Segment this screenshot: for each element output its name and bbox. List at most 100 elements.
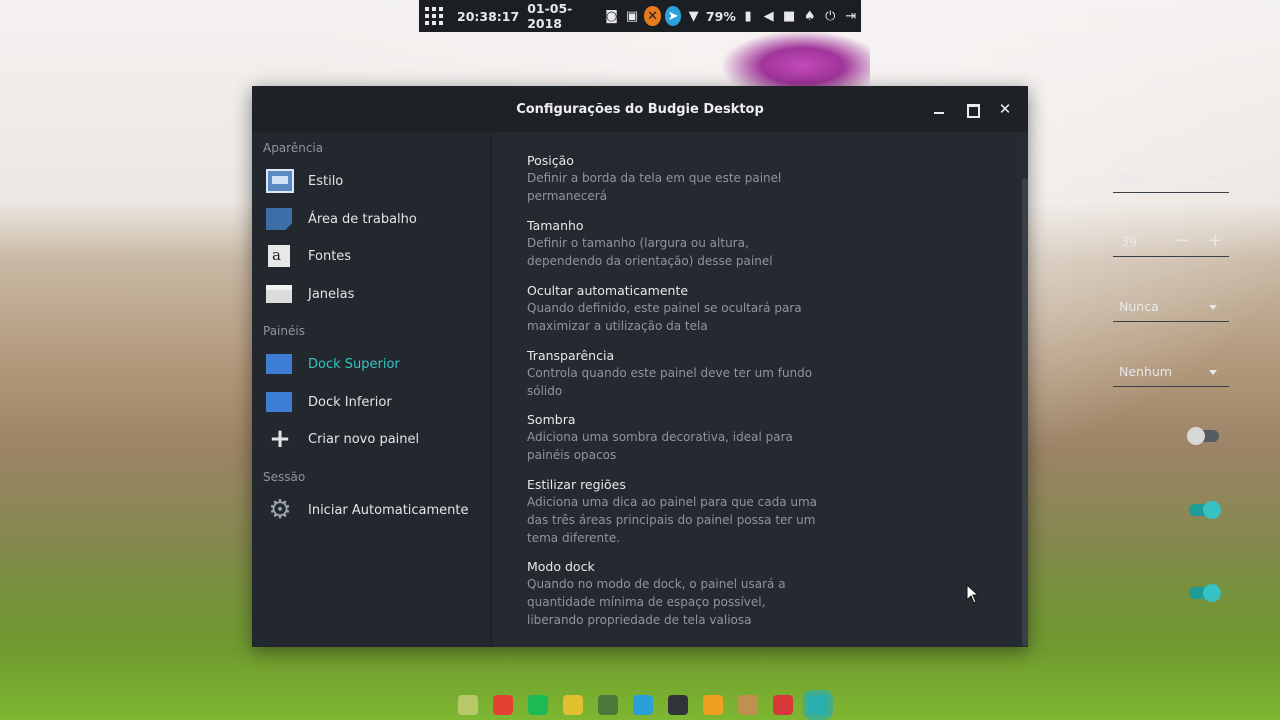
style-icon <box>266 169 294 193</box>
decrement-button[interactable]: − <box>1171 230 1193 252</box>
position-dropdown[interactable]: Topo <box>1113 163 1229 193</box>
clock-date[interactable]: 01-05-2018 <box>527 1 593 31</box>
setting-title: Transparência <box>527 348 615 363</box>
titlebar[interactable]: Configurações do Budgie Desktop ✕ <box>252 86 1028 132</box>
budgie-settings-icon[interactable] <box>807 695 828 715</box>
camera-icon[interactable]: ◙ <box>603 6 620 26</box>
section-header-panels: Painéis <box>263 324 305 338</box>
size-value[interactable]: 39 <box>1121 234 1137 249</box>
sidebar-item-label: Dock Inferior <box>308 394 392 410</box>
setting-position: Posição Definir a borda da tela em que e… <box>527 153 1027 205</box>
setting-transparency: Transparência Controla quando este paine… <box>527 348 1027 400</box>
setting-description: Quando definido, este painel se ocultará… <box>527 301 802 333</box>
chevron-down-icon <box>1209 305 1217 310</box>
fonts-icon-glyph: a <box>272 246 281 264</box>
setting-description: Definir a borda da tela em que este pain… <box>527 171 782 203</box>
sidebar-item-desktop[interactable]: Área de trabalho <box>252 201 492 237</box>
vlc-icon[interactable] <box>702 695 723 715</box>
maximize-button[interactable] <box>962 99 982 119</box>
screencast-icon[interactable]: ▣ <box>624 6 641 26</box>
setting-title: Sombra <box>527 412 576 427</box>
sidebar-item-label: Fontes <box>308 248 352 264</box>
sidebar-item-windows[interactable]: Janelas <box>252 276 492 312</box>
sidebar-item-label: Estilo <box>308 173 344 189</box>
background-flower <box>720 30 870 90</box>
sidebar-item-label: Dock Superior <box>308 356 400 372</box>
sidebar-item-bottom-dock[interactable]: Dock Inferior <box>252 384 492 420</box>
panel-settings: Posição Definir a borda da tela em que e… <box>493 132 1229 647</box>
transparency-dropdown[interactable]: Nenhum <box>1113 357 1229 387</box>
setting-title: Tamanho <box>527 218 584 233</box>
desktop-icon <box>266 208 292 230</box>
xampp-icon[interactable]: ✕ <box>644 6 661 26</box>
settings-window: Configurações do Budgie Desktop ✕ Aparên… <box>252 86 1229 647</box>
sidebar: Aparência Estilo Área de trabalho a Font… <box>252 132 492 647</box>
sidebar-item-fonts[interactable]: a Fontes <box>252 238 492 274</box>
setting-autohide: Ocultar automaticamente Quando definido,… <box>527 283 1027 335</box>
chrome-icon[interactable] <box>492 695 513 715</box>
files-icon[interactable] <box>457 695 478 715</box>
gear-icon: ⚙ <box>268 495 292 525</box>
cheese-icon[interactable] <box>562 695 583 715</box>
setting-title: Ocultar automaticamente <box>527 283 689 298</box>
telegram-icon[interactable]: ➤ <box>664 6 682 26</box>
window-title: Configurações do Budgie Desktop <box>516 101 764 117</box>
size-spinbutton[interactable]: 39 − + <box>1113 227 1229 257</box>
top-panel: 20:38:17 01-05-2018 ◙ ▣ ✕ ➤ ▼ 79% ▮ ◀ ■ … <box>419 0 861 32</box>
spotify-icon[interactable] <box>527 695 548 715</box>
folder-icon[interactable]: ■ <box>781 6 798 26</box>
terminal-icon[interactable] <box>667 695 688 715</box>
section-header-session: Sessão <box>263 470 306 484</box>
sidebar-item-label: Área de trabalho <box>308 211 417 227</box>
battery-percentage[interactable]: 79% <box>706 9 736 24</box>
panel-icon <box>266 392 292 412</box>
stylize-regions-toggle[interactable] <box>1189 501 1221 519</box>
sidebar-item-label: Janelas <box>308 286 355 302</box>
setting-description: Quando no modo de dock, o painel usará a… <box>527 577 786 627</box>
sidebar-item-top-dock[interactable]: Dock Superior <box>252 346 492 382</box>
section-header-appearance: Aparência <box>263 141 324 155</box>
toggle-knob <box>1203 584 1221 602</box>
setting-title: Posição <box>527 153 574 168</box>
sidebar-item-autostart[interactable]: ⚙ Iniciar Automaticamente <box>252 492 492 528</box>
setting-description: Definir o tamanho (largura ou altura, de… <box>527 236 773 268</box>
autohide-dropdown[interactable]: Nunca <box>1113 292 1229 322</box>
shadow-toggle[interactable] <box>1187 427 1219 445</box>
bottom-dock <box>450 690 835 720</box>
close-button[interactable]: ✕ <box>995 99 1015 119</box>
chevron-down-icon <box>1209 370 1217 375</box>
screen-recorder-icon[interactable] <box>772 695 793 715</box>
headphones-icon[interactable] <box>632 695 653 715</box>
increment-button[interactable]: + <box>1204 230 1226 252</box>
volume-icon[interactable]: ◀ <box>760 6 777 26</box>
minimize-button[interactable] <box>929 99 949 119</box>
toggle-knob <box>1187 427 1205 445</box>
dock-mode-toggle[interactable] <box>1189 584 1221 602</box>
power-icon[interactable]: ⏻ <box>822 6 839 26</box>
sidebar-item-new-panel[interactable]: + Criar novo painel <box>252 421 492 457</box>
apps-grid-icon[interactable] <box>425 7 443 25</box>
logout-icon[interactable]: ⇥ <box>843 6 860 26</box>
dropdown-value: Topo <box>1119 170 1148 185</box>
toggle-knob <box>1203 501 1221 519</box>
windows-icon <box>266 285 292 303</box>
pinta-icon[interactable] <box>597 695 618 715</box>
setting-description: Adiciona uma dica ao painel para que cad… <box>527 495 818 545</box>
fonts-icon: a <box>268 245 290 267</box>
sidebar-item-label: Iniciar Automaticamente <box>308 502 469 518</box>
setting-description: Adiciona uma sombra decorativa, ideal pa… <box>527 430 793 462</box>
mouse-cursor-icon <box>966 584 980 604</box>
wifi-icon[interactable]: ▼ <box>685 6 702 26</box>
battery-icon[interactable]: ▮ <box>740 6 757 26</box>
clock-time[interactable]: 20:38:17 <box>457 9 519 24</box>
setting-title: Estilizar regiões <box>527 477 626 492</box>
uget-icon[interactable] <box>737 695 758 715</box>
setting-description: Controla quando este painel deve ter um … <box>527 366 813 398</box>
sidebar-item-label: Criar novo painel <box>308 431 420 447</box>
sidebar-item-style[interactable]: Estilo <box>252 163 492 199</box>
panel-icon <box>266 354 292 374</box>
setting-stylize-regions: Estilizar regiões Adiciona uma dica ao p… <box>527 477 1027 547</box>
dropdown-value: Nunca <box>1119 299 1159 314</box>
notifications-icon[interactable]: ♠ <box>801 6 818 26</box>
plus-icon: + <box>269 424 291 454</box>
